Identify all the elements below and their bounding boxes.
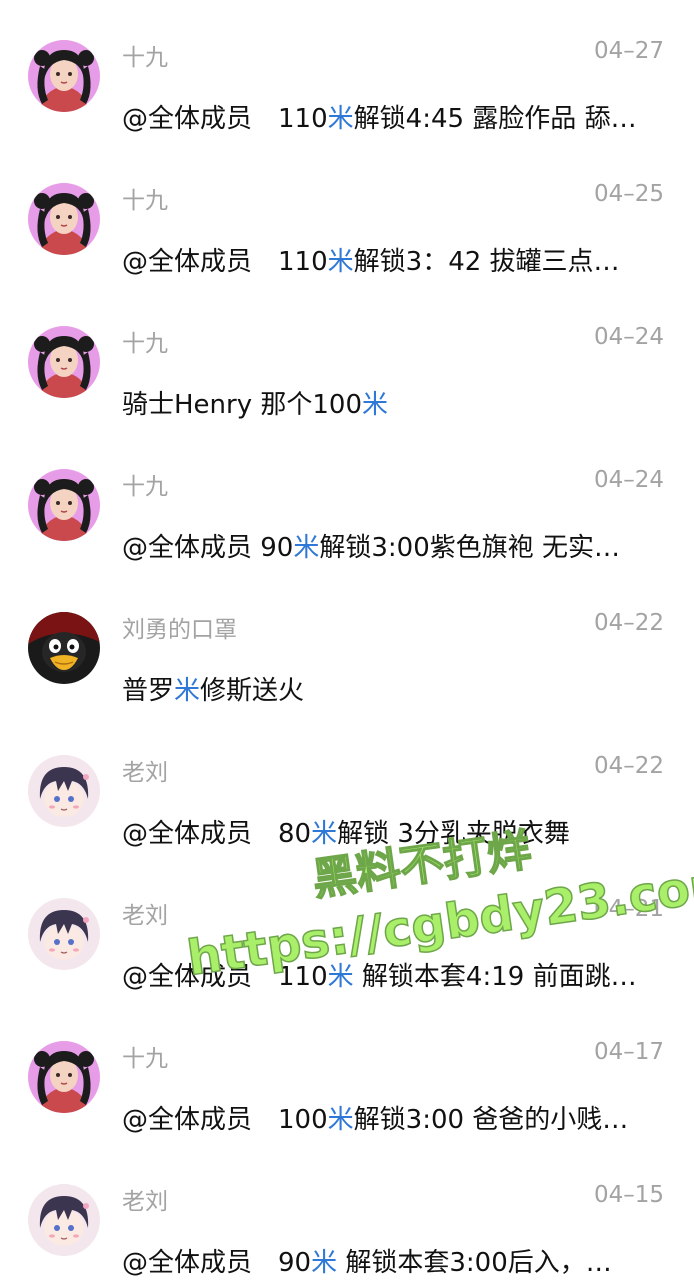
avatar[interactable]: [28, 612, 100, 684]
message-preview: @全体成员 90米 解锁本套3:00后入，…: [122, 1242, 667, 1279]
message-preview: @全体成员 110米解锁4:45 露脸作品 舔…: [122, 98, 667, 135]
highlight-keyword: 米: [311, 819, 338, 849]
sender-name: 十九: [122, 474, 168, 500]
list-item[interactable]: 十九 04–24 骑士Henry 那个100米: [0, 286, 694, 429]
list-item[interactable]: 十九 04–27 @全体成员 110米解锁4:45 露脸作品 舔…: [0, 0, 694, 143]
anime-boy-avatar-icon: [28, 898, 100, 970]
message-text: 骑士Henry 那个100: [122, 390, 362, 420]
highlight-keyword: 米: [362, 390, 389, 420]
girl-red-avatar-icon: [28, 1041, 100, 1113]
list-item[interactable]: 刘勇的口罩 04–22 普罗米修斯送火: [0, 572, 694, 715]
message-preview: @全体成员 90米解锁3:00紫色旗袍 无实…: [122, 527, 667, 564]
list-item[interactable]: 十九 04–17 @全体成员 100米解锁3:00 爸爸的小贱…: [0, 1001, 694, 1144]
message-text: 解锁4:45 露脸作品 舔…: [353, 104, 637, 134]
sender-name: 老刘: [122, 903, 168, 929]
girl-red-avatar-icon: [28, 469, 100, 541]
girl-red-avatar-icon: [28, 183, 100, 255]
anime-boy-avatar-icon: [28, 1184, 100, 1256]
message-text: @全体成员 80: [122, 819, 312, 849]
avatar[interactable]: [28, 898, 100, 970]
message-list: 十九 04–27 @全体成员 110米解锁4:45 露脸作品 舔… 十九 04–…: [0, 0, 694, 1280]
message-preview: 骑士Henry 那个100米: [122, 384, 667, 421]
duck-avatar-icon: [28, 612, 100, 684]
message-text: 修斯送火: [200, 676, 305, 706]
message-text: 解锁本套4:19 前面跳…: [353, 962, 637, 992]
message-date: 04–24: [593, 467, 664, 493]
highlight-keyword: 米: [327, 104, 354, 134]
girl-red-avatar-icon: [28, 326, 100, 398]
message-date: 04–22: [593, 610, 664, 636]
list-item[interactable]: 十九 04–24 @全体成员 90米解锁3:00紫色旗袍 无实…: [0, 429, 694, 572]
message-preview: @全体成员 80米解锁 3分乳夹脱衣舞: [122, 813, 667, 850]
highlight-keyword: 米: [311, 1248, 338, 1278]
message-text: 解锁3:00 爸爸的小贱…: [353, 1105, 629, 1135]
list-item[interactable]: 老刘 04–15 @全体成员 90米 解锁本套3:00后入，…: [0, 1144, 694, 1280]
highlight-keyword: 米: [327, 247, 354, 277]
message-preview: @全体成员 100米解锁3:00 爸爸的小贱…: [122, 1099, 667, 1136]
sender-name: 十九: [122, 188, 168, 214]
message-date: 04–15: [593, 1182, 664, 1208]
sender-name: 十九: [122, 331, 168, 357]
highlight-keyword: 米: [327, 962, 354, 992]
girl-red-avatar-icon: [28, 40, 100, 112]
message-preview: @全体成员 110米解锁3：42 拔罐三点…: [122, 241, 667, 278]
highlight-keyword: 米: [293, 533, 320, 563]
sender-name: 刘勇的口罩: [122, 617, 237, 643]
message-text: 解锁 3分乳夹脱衣舞: [337, 819, 570, 849]
message-date: 04–27: [593, 38, 664, 64]
message-date: 04–21: [593, 896, 664, 922]
message-text: 普罗: [122, 676, 175, 706]
avatar[interactable]: [28, 469, 100, 541]
message-text: @全体成员 90: [122, 1248, 312, 1278]
list-item[interactable]: 老刘 04–22 @全体成员 80米解锁 3分乳夹脱衣舞: [0, 715, 694, 858]
sender-name: 十九: [122, 45, 168, 71]
message-date: 04–24: [593, 324, 664, 350]
message-text: 解锁3：42 拔罐三点…: [353, 247, 620, 277]
list-item[interactable]: 老刘 04–21 @全体成员 110米 解锁本套4:19 前面跳…: [0, 858, 694, 1001]
sender-name: 老刘: [122, 760, 168, 786]
avatar[interactable]: [28, 40, 100, 112]
highlight-keyword: 米: [327, 1105, 354, 1135]
message-text: @全体成员 110: [122, 247, 328, 277]
avatar[interactable]: [28, 1184, 100, 1256]
message-text: @全体成员 110: [122, 104, 328, 134]
message-text: @全体成员 110: [122, 962, 328, 992]
sender-name: 老刘: [122, 1189, 168, 1215]
avatar[interactable]: [28, 755, 100, 827]
avatar[interactable]: [28, 183, 100, 255]
message-date: 04–22: [593, 753, 664, 779]
avatar[interactable]: [28, 326, 100, 398]
sender-name: 十九: [122, 1046, 168, 1072]
message-text: 解锁3:00紫色旗袍 无实…: [319, 533, 621, 563]
message-date: 04–17: [593, 1039, 664, 1065]
list-item[interactable]: 十九 04–25 @全体成员 110米解锁3：42 拔罐三点…: [0, 143, 694, 286]
message-text: 解锁本套3:00后入，…: [337, 1248, 612, 1278]
message-preview: 普罗米修斯送火: [122, 670, 667, 707]
message-text: @全体成员 90: [122, 533, 294, 563]
highlight-keyword: 米: [174, 676, 201, 706]
anime-boy-avatar-icon: [28, 755, 100, 827]
message-preview: @全体成员 110米 解锁本套4:19 前面跳…: [122, 956, 667, 993]
avatar[interactable]: [28, 1041, 100, 1113]
message-date: 04–25: [593, 181, 664, 207]
message-text: @全体成员 100: [122, 1105, 328, 1135]
